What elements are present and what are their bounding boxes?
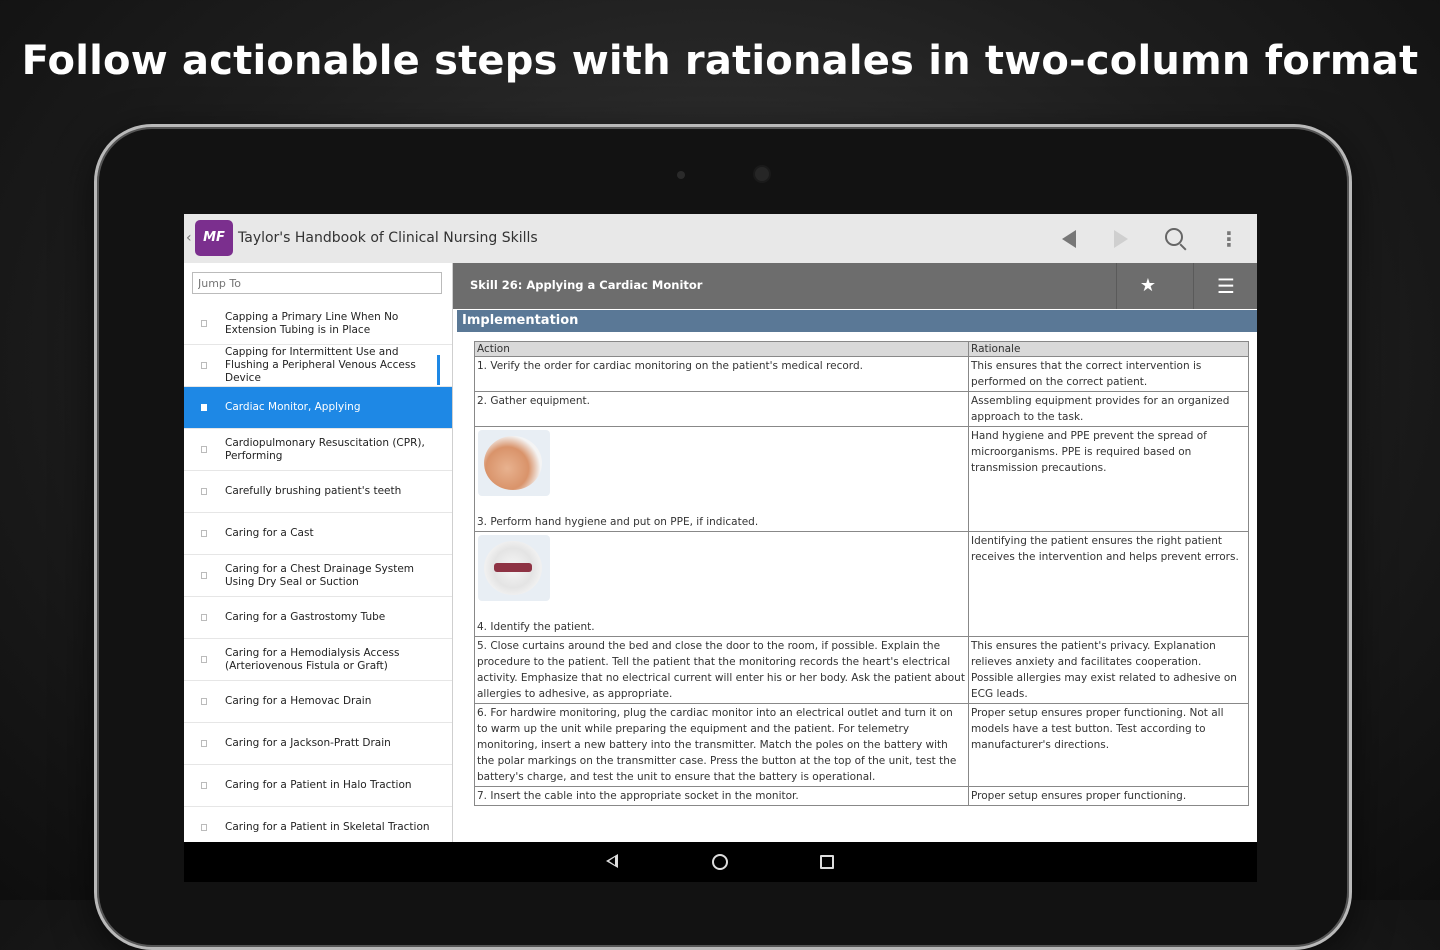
action-bar: ‹ MF Taylor's Handbook of Clinical Nursi… bbox=[184, 214, 1257, 264]
list-item[interactable]: Caring for a Chest Drainage System Using… bbox=[184, 555, 452, 597]
bullet-icon bbox=[201, 823, 207, 831]
search-icon bbox=[1165, 228, 1183, 246]
bullet-icon bbox=[201, 487, 207, 495]
app-icon[interactable]: MF bbox=[195, 220, 233, 256]
bullet-icon bbox=[201, 739, 207, 747]
bullet-icon bbox=[201, 445, 207, 453]
nav-recents-icon[interactable] bbox=[820, 855, 834, 869]
hand-hygiene-image[interactable] bbox=[478, 430, 550, 496]
up-caret-icon[interactable]: ‹ bbox=[186, 230, 192, 246]
id-band-image[interactable] bbox=[478, 535, 550, 601]
bullet-icon bbox=[201, 697, 207, 705]
table-row: 3. Perform hand hygiene and put on PPE, … bbox=[474, 426, 1249, 532]
bullet-icon bbox=[201, 613, 207, 621]
bullet-icon bbox=[201, 361, 207, 369]
system-nav-bar bbox=[184, 842, 1257, 882]
list-item-label: Caring for a Jackson-Pratt Drain bbox=[225, 737, 391, 749]
sort-icon: ☰ bbox=[1217, 274, 1235, 298]
action-cell: 7. Insert the cable into the appropriate… bbox=[474, 786, 969, 806]
triangle-left-icon bbox=[1062, 230, 1076, 248]
list-item-label: Caring for a Chest Drainage System Using… bbox=[225, 562, 415, 588]
jump-to-input[interactable] bbox=[192, 272, 442, 294]
list-item[interactable]: Caring for a Cast bbox=[184, 513, 452, 555]
action-cell: 2. Gather equipment. bbox=[474, 391, 969, 427]
skill-header: Skill 26: Applying a Cardiac Monitor ★ ☰ bbox=[453, 263, 1257, 309]
list-item-active[interactable]: Cardiac Monitor, Applying bbox=[184, 387, 452, 429]
list-item-label: Capping for Intermittent Use and Flushin… bbox=[225, 346, 416, 384]
forward-button[interactable] bbox=[1106, 224, 1136, 254]
bullet-icon bbox=[201, 571, 207, 579]
back-button[interactable] bbox=[1054, 224, 1084, 254]
kebab-icon: ⋮ bbox=[1219, 227, 1239, 251]
rationale-cell: Identifying the patient ensures the righ… bbox=[968, 531, 1249, 637]
list-item-label: Carefully brushing patient's teeth bbox=[225, 485, 402, 497]
sort-button[interactable]: ☰ bbox=[1193, 263, 1257, 309]
list-item-label: Caring for a Cast bbox=[225, 527, 314, 539]
rationale-cell: Assembling equipment provides for an org… bbox=[968, 391, 1249, 427]
action-cell: 3. Perform hand hygiene and put on PPE, … bbox=[474, 426, 969, 532]
sensor-icon bbox=[677, 171, 685, 179]
sidebar: Capping a Primary Line When No Extension… bbox=[184, 263, 453, 882]
app-title: Taylor's Handbook of Clinical Nursing Sk… bbox=[238, 230, 538, 246]
column-header-rationale: Rationale bbox=[968, 341, 1249, 357]
list-item[interactable]: Cardiopulmonary Resuscitation (CPR), Per… bbox=[184, 429, 452, 471]
list-item[interactable]: Caring for a Jackson-Pratt Drain bbox=[184, 723, 452, 765]
list-item-label: Capping a Primary Line When No Extension… bbox=[225, 310, 399, 336]
list-item[interactable]: Carefully brushing patient's teeth bbox=[184, 471, 452, 513]
list-item[interactable]: Caring for a Hemovac Drain bbox=[184, 681, 452, 723]
list-item-label: Caring for a Gastrostomy Tube bbox=[225, 611, 386, 623]
app-screen: ‹ MF Taylor's Handbook of Clinical Nursi… bbox=[184, 214, 1257, 882]
content-pane: Skill 26: Applying a Cardiac Monitor ★ ☰… bbox=[453, 263, 1257, 882]
action-text: 4. Identify the patient. bbox=[477, 621, 595, 633]
list-item[interactable]: Capping for Intermittent Use and Flushin… bbox=[184, 345, 452, 387]
search-button[interactable] bbox=[1159, 224, 1189, 254]
bullet-icon bbox=[201, 403, 207, 411]
action-cell: 4. Identify the patient. bbox=[474, 531, 969, 637]
bullet-icon bbox=[201, 319, 207, 327]
bullet-icon bbox=[201, 529, 207, 537]
nav-home-icon[interactable] bbox=[712, 854, 728, 870]
scrollbar-thumb[interactable] bbox=[437, 355, 440, 385]
rationale-cell: This ensures the patient's privacy. Expl… bbox=[968, 636, 1249, 704]
list-item-label: Cardiac Monitor, Applying bbox=[225, 401, 361, 413]
bookmark-button[interactable]: ★ bbox=[1116, 263, 1179, 309]
table-row: 4. Identify the patient. Identifying the… bbox=[474, 531, 1249, 637]
rationale-cell: Proper setup ensures proper functioning.… bbox=[968, 703, 1249, 787]
list-item-label: Caring for a Patient in Skeletal Tractio… bbox=[225, 821, 430, 833]
table-row: 7. Insert the cable into the appropriate… bbox=[474, 786, 1249, 806]
action-cell: 5. Close curtains around the bed and clo… bbox=[474, 636, 969, 704]
action-cell: 1. Verify the order for cardiac monitori… bbox=[474, 356, 969, 392]
list-item[interactable]: Caring for a Gastrostomy Tube bbox=[184, 597, 452, 639]
table-row: 5. Close curtains around the bed and clo… bbox=[474, 636, 1249, 704]
list-item[interactable]: Caring for a Hemodialysis Access (Arteri… bbox=[184, 639, 452, 681]
table-row: 2. Gather equipment. Assembling equipmen… bbox=[474, 391, 1249, 427]
table-header-row: Action Rationale bbox=[474, 341, 1249, 357]
headline: Follow actionable steps with rationales … bbox=[21, 38, 1419, 84]
triangle-right-icon bbox=[1114, 230, 1128, 248]
list-item-label: Cardiopulmonary Resuscitation (CPR), Per… bbox=[225, 436, 425, 462]
star-icon: ★ bbox=[1139, 275, 1157, 296]
section-heading: Implementation bbox=[457, 310, 1257, 332]
rationale-cell: Hand hygiene and PPE prevent the spread … bbox=[968, 426, 1249, 532]
overflow-menu-button[interactable]: ⋮ bbox=[1214, 224, 1244, 254]
list-item-label: Caring for a Patient in Halo Traction bbox=[225, 779, 412, 791]
steps-table: Action Rationale 1. Verify the order for… bbox=[474, 341, 1249, 806]
action-text: 3. Perform hand hygiene and put on PPE, … bbox=[477, 516, 759, 528]
rationale-cell: Proper setup ensures proper functioning. bbox=[968, 786, 1249, 806]
rationale-cell: This ensures that the correct interventi… bbox=[968, 356, 1249, 392]
table-row: 1. Verify the order for cardiac monitori… bbox=[474, 356, 1249, 392]
action-cell: 6. For hardwire monitoring, plug the car… bbox=[474, 703, 969, 787]
list-item-label: Caring for a Hemodialysis Access (Arteri… bbox=[225, 646, 400, 672]
bullet-icon bbox=[201, 655, 207, 663]
list-item[interactable]: Caring for a Patient in Halo Traction bbox=[184, 765, 452, 807]
skill-title: Skill 26: Applying a Cardiac Monitor bbox=[470, 278, 703, 292]
list-item[interactable]: Capping a Primary Line When No Extension… bbox=[184, 303, 452, 345]
nav-back-icon[interactable] bbox=[606, 854, 618, 868]
column-header-action: Action bbox=[474, 341, 969, 357]
list-item-label: Caring for a Hemovac Drain bbox=[225, 695, 372, 707]
skill-list: Capping a Primary Line When No Extension… bbox=[184, 303, 452, 849]
table-row: 6. For hardwire monitoring, plug the car… bbox=[474, 703, 1249, 787]
bullet-icon bbox=[201, 781, 207, 789]
camera-icon bbox=[755, 167, 769, 181]
